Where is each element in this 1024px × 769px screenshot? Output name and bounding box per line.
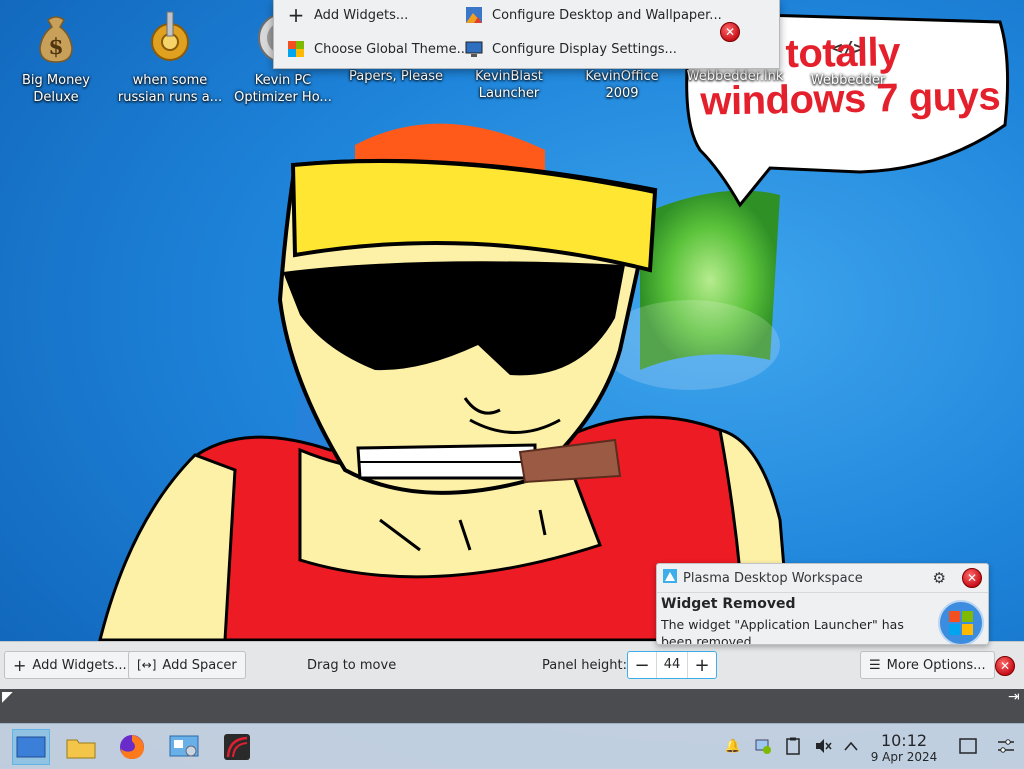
menu-item-label: Add Widgets... bbox=[314, 7, 409, 23]
increase-button[interactable]: + bbox=[688, 652, 716, 678]
svg-text:$: $ bbox=[48, 34, 63, 60]
notification-header: Plasma Desktop Workspace ⚙ ✕ bbox=[657, 564, 988, 593]
plasma-icon bbox=[663, 569, 677, 587]
notification-title: Widget Removed bbox=[661, 596, 796, 612]
panel-height-value[interactable]: 44 bbox=[656, 652, 688, 678]
task-control-panel[interactable] bbox=[165, 729, 203, 765]
folder-icon bbox=[66, 739, 96, 759]
desktop-icon-label: when some russian runs a... bbox=[117, 73, 223, 105]
panel-ruler[interactable]: ◤ ⇥ bbox=[0, 689, 1024, 723]
show-desktop-button[interactable] bbox=[12, 729, 50, 765]
desktop-icon-label: KevinOffice 2009 bbox=[585, 69, 659, 101]
task-firefox[interactable] bbox=[113, 729, 151, 765]
desktop-icon-label: KevinBlast Launcher bbox=[475, 69, 543, 101]
menu-add-widgets[interactable]: + Add Widgets... bbox=[286, 1, 409, 29]
network-icon[interactable] bbox=[752, 735, 774, 757]
desktop-icon bbox=[16, 736, 46, 758]
panel-height-stepper: − 44 + bbox=[627, 651, 717, 679]
clock-date[interactable]: 9 Apr 2024 bbox=[862, 750, 946, 764]
ruler-right-handle-icon[interactable]: ⇥ bbox=[1008, 689, 1020, 705]
menu-configure-display[interactable]: Configure Display Settings... bbox=[464, 35, 677, 63]
button-label: Add Widgets... bbox=[32, 657, 127, 673]
panel-edit-toolbar: + Add Widgets... [↔] Add Spacer Drag to … bbox=[0, 641, 1024, 690]
clipboard-icon[interactable] bbox=[782, 735, 804, 757]
menu-item-label: Choose Global Theme... bbox=[314, 41, 469, 57]
gear-icon bbox=[151, 11, 189, 61]
theme-icon bbox=[286, 39, 306, 59]
notification-body: The widget "Application Launcher" has be… bbox=[661, 617, 904, 645]
notifications-bell-icon[interactable]: 🔔 bbox=[722, 735, 744, 757]
notification-app-name: Plasma Desktop Workspace bbox=[683, 570, 863, 586]
desktop-context-menu: + Add Widgets... Choose Global Theme... … bbox=[273, 0, 780, 69]
settings-icon[interactable]: ⚙ bbox=[933, 569, 946, 587]
task-file-manager[interactable] bbox=[62, 729, 100, 765]
menu-choose-global-theme[interactable]: Choose Global Theme... bbox=[286, 35, 469, 63]
firefox-icon bbox=[120, 735, 144, 759]
show-desktop-icon[interactable] bbox=[957, 735, 979, 757]
task-terminal-app[interactable] bbox=[218, 729, 256, 765]
app-icon bbox=[224, 734, 250, 760]
windows-logo-icon bbox=[938, 600, 984, 644]
add-spacer-button[interactable]: [↔] Add Spacer bbox=[128, 651, 246, 679]
chevron-up-icon[interactable] bbox=[840, 735, 862, 757]
control-panel-icon bbox=[169, 735, 199, 757]
ruler-left-handle-icon[interactable]: ◤ bbox=[2, 689, 13, 705]
more-options-button[interactable]: ☰ More Options... bbox=[860, 651, 995, 679]
notification-popup: Plasma Desktop Workspace ⚙ ✕ Widget Remo… bbox=[656, 563, 989, 645]
menu-configure-desktop[interactable]: Configure Desktop and Wallpaper... bbox=[464, 1, 722, 29]
plus-icon: + bbox=[287, 3, 305, 27]
panel-height-label: Panel height: bbox=[542, 658, 628, 673]
volume-muted-icon[interactable] bbox=[812, 735, 834, 757]
taskbar: 🔔 10:12 9 Apr 2024 bbox=[0, 723, 1024, 769]
plus-icon: + bbox=[13, 655, 27, 675]
display-icon bbox=[464, 39, 484, 59]
desktop-icon-big-money-deluxe[interactable]: $ Big Money Deluxe bbox=[3, 6, 109, 106]
button-label: More Options... bbox=[886, 657, 986, 673]
menu-item-label: Configure Desktop and Wallpaper... bbox=[492, 7, 722, 23]
money-bag-icon: $ bbox=[39, 16, 73, 63]
button-label: Add Spacer bbox=[162, 657, 237, 673]
desktop-icon-label: Big Money Deluxe bbox=[21, 73, 90, 105]
drag-to-move-label[interactable]: Drag to move bbox=[307, 658, 396, 673]
desktop-icon-russian[interactable]: when some russian runs a... bbox=[117, 6, 223, 106]
close-icon[interactable]: ✕ bbox=[720, 22, 740, 42]
panel-config-icon[interactable] bbox=[995, 735, 1017, 757]
close-icon[interactable]: ✕ bbox=[962, 568, 982, 588]
spacer-icon: [↔] bbox=[137, 658, 157, 672]
clock-time[interactable]: 10:12 bbox=[862, 731, 946, 750]
close-panel-edit-icon[interactable]: ✕ bbox=[995, 656, 1015, 676]
wallpaper-icon bbox=[464, 5, 484, 25]
desktop-icon-label: Kevin PC Optimizer Ho... bbox=[234, 73, 332, 105]
menu-item-label: Configure Display Settings... bbox=[492, 41, 677, 57]
sliders-icon: ☰ bbox=[869, 657, 881, 673]
add-widgets-button[interactable]: + Add Widgets... bbox=[4, 651, 136, 679]
desktop-icon-label: Papers, Please bbox=[348, 69, 444, 84]
decrease-button[interactable]: − bbox=[628, 652, 656, 678]
